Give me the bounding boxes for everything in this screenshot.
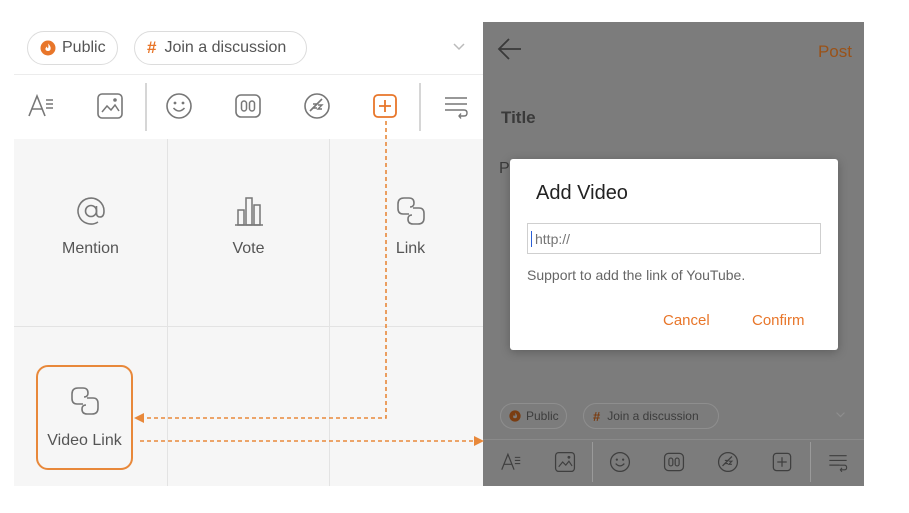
annotation-arrow-to-video-link (142, 121, 387, 419)
arrowhead (474, 436, 484, 446)
annotation-arrows (134, 121, 484, 446)
arrowhead (134, 413, 144, 423)
